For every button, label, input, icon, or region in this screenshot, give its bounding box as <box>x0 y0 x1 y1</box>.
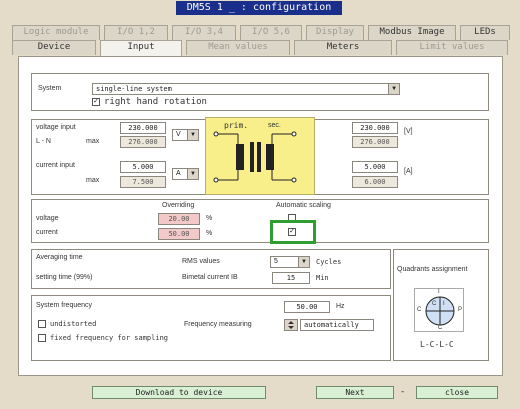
tab-input[interactable]: Input <box>100 40 182 56</box>
system-dropdown-value: single-line system <box>96 85 172 93</box>
chevron-down-icon[interactable]: ▼ <box>187 169 198 179</box>
rms-unit-label: Cycles <box>316 258 342 266</box>
tab-logic-module[interactable]: Logic module <box>12 25 100 40</box>
frequency-unit: Hz <box>336 303 345 310</box>
fixed-frequency-label: fixed frequency for sampling <box>50 334 169 342</box>
tab-meters[interactable]: Meters <box>294 40 392 55</box>
overriding-current-unit: % <box>206 230 213 237</box>
automatic-scaling-header: Automatic scaling <box>276 202 331 209</box>
tab-io-3-4[interactable]: I/O 3,4 <box>172 25 236 40</box>
voltage-input-title: voltage input <box>36 124 76 131</box>
input-panel: System single-line system ▼ ✓ right hand… <box>18 56 503 376</box>
system-group: System single-line system ▼ ✓ right hand… <box>31 73 489 111</box>
fixed-frequency-checkbox[interactable] <box>38 334 46 342</box>
tab-modbus-image[interactable]: Modbus Image <box>368 25 456 40</box>
setting-time-label: setting time (99%) <box>36 274 93 281</box>
tab-display[interactable]: Display <box>306 25 364 40</box>
quadrants-diagram: I C P C C I <box>414 288 464 332</box>
transformer-icon <box>213 131 297 183</box>
current-primary-field[interactable]: 5.000 <box>120 161 166 173</box>
current-unit-value: A <box>176 170 181 177</box>
current-unit-dropdown[interactable]: A ▼ <box>172 168 199 180</box>
undistorted-checkbox[interactable] <box>38 320 46 328</box>
rms-cycles-value: 5 <box>274 258 278 265</box>
quadrants-caption: L-C-L-C <box>420 340 454 349</box>
voltage-primary-field[interactable]: 230.000 <box>120 122 166 134</box>
current-primary-max-field: 7.500 <box>120 176 166 188</box>
frequency-measuring-field[interactable]: automatically <box>300 319 374 331</box>
current-input-title: current input <box>36 162 75 169</box>
voltage-primary-max-field: 276.000 <box>120 136 166 148</box>
voltage-secondary-max-field: 276.000 <box>352 136 398 148</box>
quadrant-bottom-letter: C <box>438 325 443 331</box>
bimetal-current-label: Bimetal current IB <box>182 274 238 281</box>
averaging-group: Averaging time setting time (99%) RMS va… <box>31 249 391 289</box>
transformer-diagram: prim. sec. <box>205 117 315 195</box>
bimetal-unit-label: Min <box>316 274 329 282</box>
spin-arrows-icon[interactable] <box>285 320 297 330</box>
undistorted-label: undistorted <box>50 320 97 328</box>
frequency-group: System frequency 50.00 Hz undistorted fi… <box>31 295 391 361</box>
window-title: DM5S 1 _ : configuration <box>176 1 342 15</box>
system-dropdown[interactable]: single-line system ▼ <box>92 83 400 95</box>
frequency-spin-button[interactable] <box>284 319 298 331</box>
tab-device[interactable]: Device <box>12 40 96 55</box>
overriding-voltage-field[interactable]: 20.00 <box>158 213 200 225</box>
bimetal-current-field[interactable]: 15 <box>272 272 310 284</box>
overriding-header: Overriding <box>162 202 195 209</box>
tab-io-1-2[interactable]: I/O 1,2 <box>104 25 168 40</box>
overriding-group: Overriding Automatic scaling voltage 20.… <box>31 199 489 244</box>
rms-cycles-dropdown[interactable]: 5 ▼ <box>270 256 310 268</box>
averaging-time-title: Averaging time <box>36 254 83 261</box>
rms-values-label: RMS values <box>182 258 220 265</box>
frequency-measuring-label: Frequency measuring <box>184 321 252 328</box>
system-label: System <box>38 85 62 92</box>
system-frequency-field[interactable]: 50.00 <box>284 301 330 313</box>
current-secondary-field[interactable]: 5.000 <box>352 161 398 173</box>
quadrant-top-letter: I <box>438 289 440 295</box>
right-hand-rotation-label: right hand rotation <box>104 97 207 107</box>
overriding-voltage-label: voltage <box>36 215 59 222</box>
voltage-secondary-unit: [V] <box>404 128 413 135</box>
tab-io-5-6[interactable]: I/O 5,6 <box>240 25 302 40</box>
voltage-unit-value: V <box>176 131 181 138</box>
overriding-voltage-unit: % <box>206 215 213 222</box>
overriding-current-label: current <box>36 229 58 236</box>
quadrant-left-letter: C <box>417 307 422 313</box>
close-button[interactable]: close <box>416 386 498 399</box>
current-secondary-max-field: 6.000 <box>352 176 398 188</box>
quadrant-right-letter: P <box>458 307 463 313</box>
quadrants-group: Quadrants assignment I C P C C I L-C-L-C <box>393 249 489 361</box>
current-secondary-unit: [A] <box>404 168 413 175</box>
quadrants-title: Quadrants assignment <box>397 266 468 273</box>
button-separator: - <box>400 387 406 397</box>
voltage-secondary-field[interactable]: 230.000 <box>352 122 398 134</box>
chevron-down-icon[interactable]: ▼ <box>298 257 309 267</box>
download-to-device-button[interactable]: Download to device <box>92 386 266 399</box>
chevron-down-icon[interactable]: ▼ <box>388 84 399 94</box>
voltage-max-label: max <box>86 138 100 145</box>
chevron-down-icon[interactable]: ▼ <box>187 130 198 140</box>
system-frequency-title: System frequency <box>36 302 93 309</box>
voltage-unit-dropdown[interactable]: V ▼ <box>172 129 199 141</box>
current-scaling-checkbox[interactable]: ✓ <box>288 228 296 236</box>
tab-mean-values[interactable]: Mean values <box>186 40 290 55</box>
tab-leds[interactable]: LEDs <box>460 25 510 40</box>
current-max-label: max <box>86 177 100 184</box>
right-hand-rotation-checkbox[interactable]: ✓ <box>92 98 100 106</box>
quadrant-center-right-letter: I <box>443 301 445 307</box>
overriding-current-field[interactable]: 50.00 <box>158 228 200 240</box>
quadrant-center-left-letter: C <box>432 301 437 307</box>
next-button[interactable]: Next <box>316 386 394 399</box>
voltage-ln-label: L - N <box>36 138 51 145</box>
tab-limit-values[interactable]: Limit values <box>396 40 508 55</box>
